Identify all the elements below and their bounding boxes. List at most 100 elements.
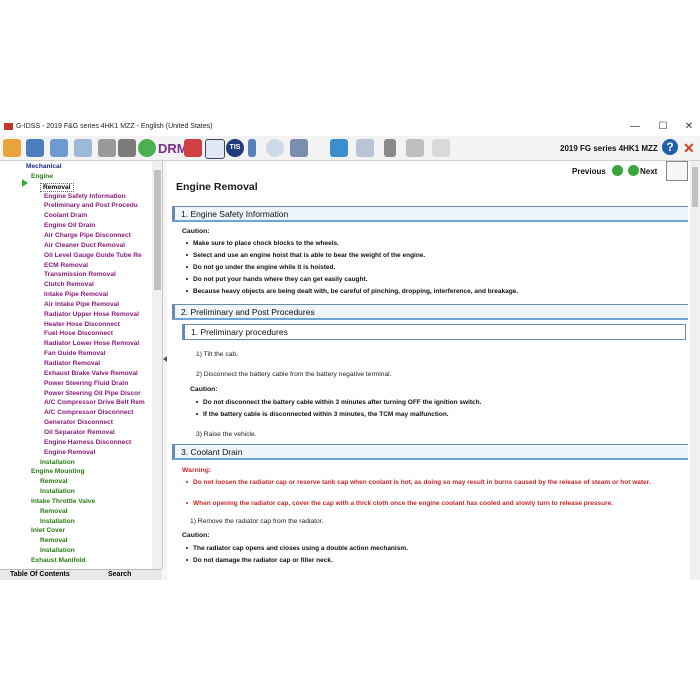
toc-item[interactable]: A/C Compressor Drive Belt Rem: [44, 399, 145, 406]
home-icon[interactable]: [3, 139, 21, 157]
toc-item[interactable]: Intake Pipe Removal: [44, 291, 108, 298]
exit-icon[interactable]: ✕: [683, 140, 695, 157]
toc-item[interactable]: Engine Mounting: [31, 468, 84, 475]
toc-item[interactable]: Oil Separator Removal: [44, 429, 115, 436]
toc-item[interactable]: Inlet Cover: [31, 527, 65, 534]
toc-item[interactable]: Generator Disconnect: [44, 419, 113, 426]
toc-item[interactable]: Radiator Lower Hose Removal: [44, 340, 139, 347]
procedure-step: 1) Remove the radiator cap from the radi…: [190, 518, 324, 525]
toc-item[interactable]: A/C Compressor Disconnect: [44, 409, 133, 416]
minimize-button[interactable]: —: [628, 121, 642, 132]
toc-item[interactable]: Installation: [40, 488, 75, 495]
search-icon[interactable]: [266, 139, 284, 157]
toc-item[interactable]: Heater Hose Disconnect: [44, 321, 120, 328]
toc-item[interactable]: Installation: [40, 459, 75, 466]
sidebar-scrollbar-thumb[interactable]: [154, 170, 161, 290]
document-scrollbar[interactable]: [690, 161, 700, 580]
caution-item: Do not put your hands where they can get…: [186, 276, 367, 283]
pin-icon[interactable]: [248, 139, 256, 157]
toc-item[interactable]: Engine Oil Drain: [44, 222, 95, 229]
print-icon[interactable]: [290, 139, 308, 157]
table-of-contents-tree: Mechanical Engine Removal Engine Safety Inf…: [0, 161, 163, 569]
section-heading: 2. Preliminary and Post Procedures: [172, 304, 688, 320]
toc-item[interactable]: Air Charge Pipe Disconnect: [44, 232, 131, 239]
toolbar: DRM TIS 2019 FG series 4HK1 MZZ ? ✕: [0, 136, 700, 161]
warning-label: Warning:: [182, 467, 212, 474]
toc-item[interactable]: Radiator Upper Hose Removal: [44, 311, 139, 318]
caution-item: Select and use an engine hoist that is a…: [186, 252, 425, 259]
close-button[interactable]: ✕: [682, 121, 696, 132]
wiring-icon[interactable]: [205, 139, 225, 159]
caution-label: Caution:: [190, 386, 218, 393]
help-button[interactable]: ?: [662, 139, 678, 155]
pane-splitter[interactable]: [163, 161, 167, 580]
toc-item[interactable]: Power Steering Oil Pipe Discor: [44, 390, 141, 397]
toc-item[interactable]: Power Steering Fluid Drain: [44, 380, 128, 387]
next-button[interactable]: Next: [640, 167, 657, 176]
next-arrow-icon[interactable]: [628, 165, 639, 176]
cable-icon[interactable]: [406, 139, 424, 157]
toc-item[interactable]: Installation: [40, 547, 75, 554]
page-title: Engine Removal: [176, 181, 258, 193]
app-logo-icon: [4, 123, 13, 130]
truck-icon[interactable]: [432, 139, 450, 157]
toc-item[interactable]: Coolant Drain: [44, 212, 87, 219]
caution-item: The radiator cap opens and closes using …: [186, 545, 408, 552]
document-pane: Previous Next Engine Removal 1. Engine S…: [168, 161, 688, 580]
caution-item: Do not damage the radiator cap or filler…: [186, 557, 333, 564]
connector-icon[interactable]: [356, 139, 374, 157]
toc-item[interactable]: Engine: [31, 173, 53, 180]
toc-item[interactable]: Removal: [40, 478, 68, 485]
toc-item[interactable]: Oil Level Gauge Guide Tube Re: [44, 252, 142, 259]
sidebar-tabs: Table Of Contents Search: [0, 569, 162, 580]
toc-item[interactable]: Mechanical: [26, 163, 62, 170]
toc-item[interactable]: Removal: [40, 182, 74, 192]
toc-item[interactable]: Clutch Removal: [44, 281, 94, 288]
toc-item[interactable]: Engine Harness Disconnect: [44, 439, 131, 446]
vehicle-series-label: 2019 FG series 4HK1 MZZ: [560, 144, 658, 153]
subsection-heading: 1. Preliminary procedures: [182, 324, 686, 340]
tab-search[interactable]: Search: [108, 571, 131, 578]
device-icon[interactable]: [384, 139, 396, 157]
toc-item[interactable]: Exhaust Manifold: [31, 557, 86, 564]
toc-item[interactable]: ECM Removal: [44, 262, 88, 269]
title-bar: G-IDSS - 2019 F&G series 4HK1 MZZ - Engl…: [0, 118, 700, 136]
toc-item[interactable]: Exhaust Brake Valve Removal: [44, 370, 138, 377]
caution-label: Caution:: [182, 532, 210, 539]
toc-item[interactable]: Fan Guide Removal: [44, 350, 106, 357]
document-scrollbar-thumb[interactable]: [692, 167, 698, 207]
tis-button[interactable]: TIS: [226, 139, 244, 157]
warning-item: When opening the radiator cap, cover the…: [186, 499, 686, 508]
monitor-icon[interactable]: [330, 139, 348, 157]
toc-item[interactable]: Air Intake Pipe Removal: [44, 301, 119, 308]
chart-icon[interactable]: [184, 139, 202, 157]
toc-item[interactable]: Intake Throttle Valve: [31, 498, 95, 505]
toc-item[interactable]: Removal: [40, 508, 68, 515]
collapse-arrow-icon[interactable]: [163, 356, 167, 362]
toc-item[interactable]: Preliminary and Post Procedu: [44, 202, 138, 209]
procedure-step: 2) Disconnect the battery cable from the…: [196, 371, 392, 378]
caution-item: If the battery cable is disconnected wit…: [196, 411, 449, 418]
tools-icon[interactable]: [118, 139, 136, 157]
book-icon[interactable]: [26, 139, 44, 157]
tab-table-of-contents[interactable]: Table Of Contents: [10, 571, 70, 578]
export-icon[interactable]: [666, 161, 688, 181]
previous-arrow-icon[interactable]: [612, 165, 623, 176]
toc-item[interactable]: Transmission Removal: [44, 271, 116, 278]
maximize-button[interactable]: ☐: [656, 121, 670, 132]
document-icon[interactable]: [50, 139, 68, 157]
clipboard-icon[interactable]: [98, 139, 116, 157]
toc-item[interactable]: Installation: [40, 518, 75, 525]
section-heading: 1. Engine Safety Information: [172, 206, 688, 222]
toc-item[interactable]: Engine Removal: [44, 449, 95, 456]
app-window: G-IDSS - 2019 F&G series 4HK1 MZZ - Engl…: [0, 118, 700, 580]
previous-button[interactable]: Previous: [572, 167, 606, 176]
frog-icon[interactable]: [138, 139, 156, 157]
toc-item[interactable]: Engine Safety Information: [44, 193, 126, 200]
toc-item[interactable]: Fuel Hose Disconnect: [44, 330, 113, 337]
diagram-icon[interactable]: [74, 139, 92, 157]
toc-item[interactable]: Radiator Removal: [44, 360, 100, 367]
toc-item[interactable]: Air Cleaner Duct Removal: [44, 242, 125, 249]
window-title: G-IDSS - 2019 F&G series 4HK1 MZZ - Engl…: [16, 123, 213, 130]
toc-item[interactable]: Removal: [40, 537, 68, 544]
